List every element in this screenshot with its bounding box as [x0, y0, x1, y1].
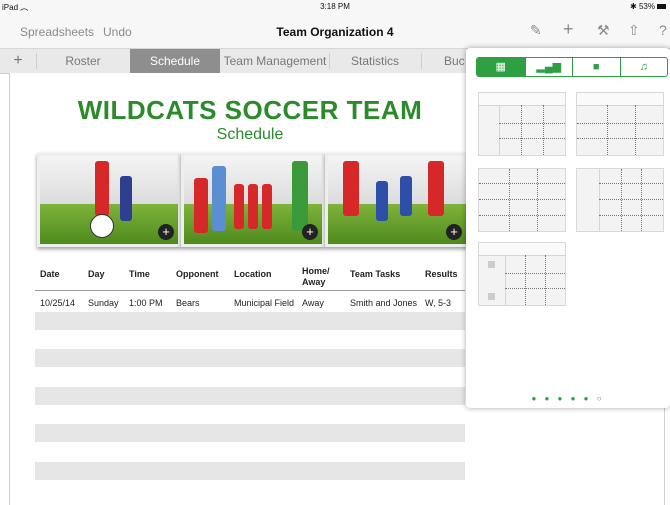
column-header[interactable]: Home/ Away — [302, 266, 332, 288]
add-photo-icon[interactable]: + — [446, 224, 462, 240]
column-header[interactable]: Location — [234, 269, 272, 280]
status-bar: iPad ︵ 3:18 PM ✱ 53% — [0, 0, 670, 14]
tab-schedule[interactable]: Schedule — [130, 49, 220, 73]
share-icon[interactable]: ⇧ — [628, 22, 640, 39]
plus-icon[interactable]: + — [563, 19, 574, 40]
table-row[interactable] — [35, 462, 465, 480]
add-photo-icon[interactable]: + — [302, 224, 318, 240]
column-header[interactable]: Results — [425, 269, 458, 280]
table-style-thumbnail[interactable] — [478, 242, 566, 306]
clock: 3:18 PM — [320, 2, 350, 11]
insert-type-segmented-control: ▦ ▂▄▆ ■ ♫ — [476, 57, 668, 77]
team-photo[interactable]: + — [325, 153, 469, 247]
table-row[interactable] — [35, 349, 465, 367]
table-style-thumbnail[interactable] — [576, 92, 664, 156]
help-icon[interactable]: ? — [659, 22, 667, 38]
tab-team-management[interactable]: Team Management — [221, 49, 329, 73]
table-cell[interactable]: Bears — [176, 298, 200, 308]
table-icon[interactable]: ▦ — [477, 58, 525, 76]
page-indicator[interactable]: ● ● ● ● ● ○ — [466, 394, 670, 403]
table-row[interactable] — [35, 424, 465, 442]
column-header[interactable]: Opponent — [176, 269, 219, 280]
media-icon[interactable]: ♫ — [619, 58, 668, 76]
table-cell[interactable]: Smith and Jones — [350, 298, 417, 308]
shape-icon[interactable]: ■ — [572, 58, 620, 76]
battery-icon — [657, 4, 666, 10]
format-brush-icon[interactable]: ✎ — [530, 22, 542, 39]
table-cell[interactable]: Away — [302, 298, 324, 308]
add-sheet-button[interactable]: + — [8, 49, 28, 73]
table-style-thumbnail[interactable] — [478, 92, 566, 156]
column-header[interactable]: Time — [129, 269, 150, 280]
table-style-thumbnail[interactable] — [478, 168, 566, 232]
toolbar: Spreadsheets Undo Team Organization 4 ✎ … — [0, 14, 670, 48]
tab-budget[interactable]: Buc — [422, 49, 472, 73]
battery-indicator: ✱ 53% — [630, 2, 666, 11]
sheet-subtitle: Schedule — [216, 126, 284, 143]
team-photo[interactable]: + — [37, 153, 181, 247]
add-photo-icon[interactable]: + — [158, 224, 174, 240]
team-photo[interactable]: + — [181, 153, 325, 247]
table-cell[interactable]: Municipal Field — [234, 298, 294, 308]
wrench-icon[interactable]: ⚒ — [597, 22, 610, 39]
table-cell[interactable]: 1:00 PM — [129, 298, 163, 308]
chart-icon[interactable]: ▂▄▆ — [524, 58, 573, 76]
table-style-thumbnail[interactable] — [576, 168, 664, 232]
tab-roster[interactable]: Roster — [37, 49, 129, 73]
tab-statistics[interactable]: Statistics — [330, 49, 420, 73]
insert-popover: ▦ ▂▄▆ ■ ♫ ● ● ● ● ● ○ — [466, 48, 670, 408]
table-cell[interactable]: Sunday — [88, 298, 119, 308]
bluetooth-icon: ✱ — [630, 2, 637, 11]
sheet-title: WILDCATS SOCCER TEAM — [77, 95, 423, 125]
table-cell[interactable]: 10/25/14 — [40, 298, 75, 308]
table-row[interactable] — [35, 312, 465, 330]
column-header[interactable]: Date — [40, 269, 60, 280]
table-header-row: Date Day Time Opponent Location Home/ Aw… — [35, 262, 465, 291]
column-header[interactable]: Team Tasks — [350, 269, 400, 280]
column-header[interactable]: Day — [88, 269, 105, 280]
table-cell[interactable]: W, 5-3 — [425, 298, 451, 308]
table-row[interactable] — [35, 387, 465, 405]
